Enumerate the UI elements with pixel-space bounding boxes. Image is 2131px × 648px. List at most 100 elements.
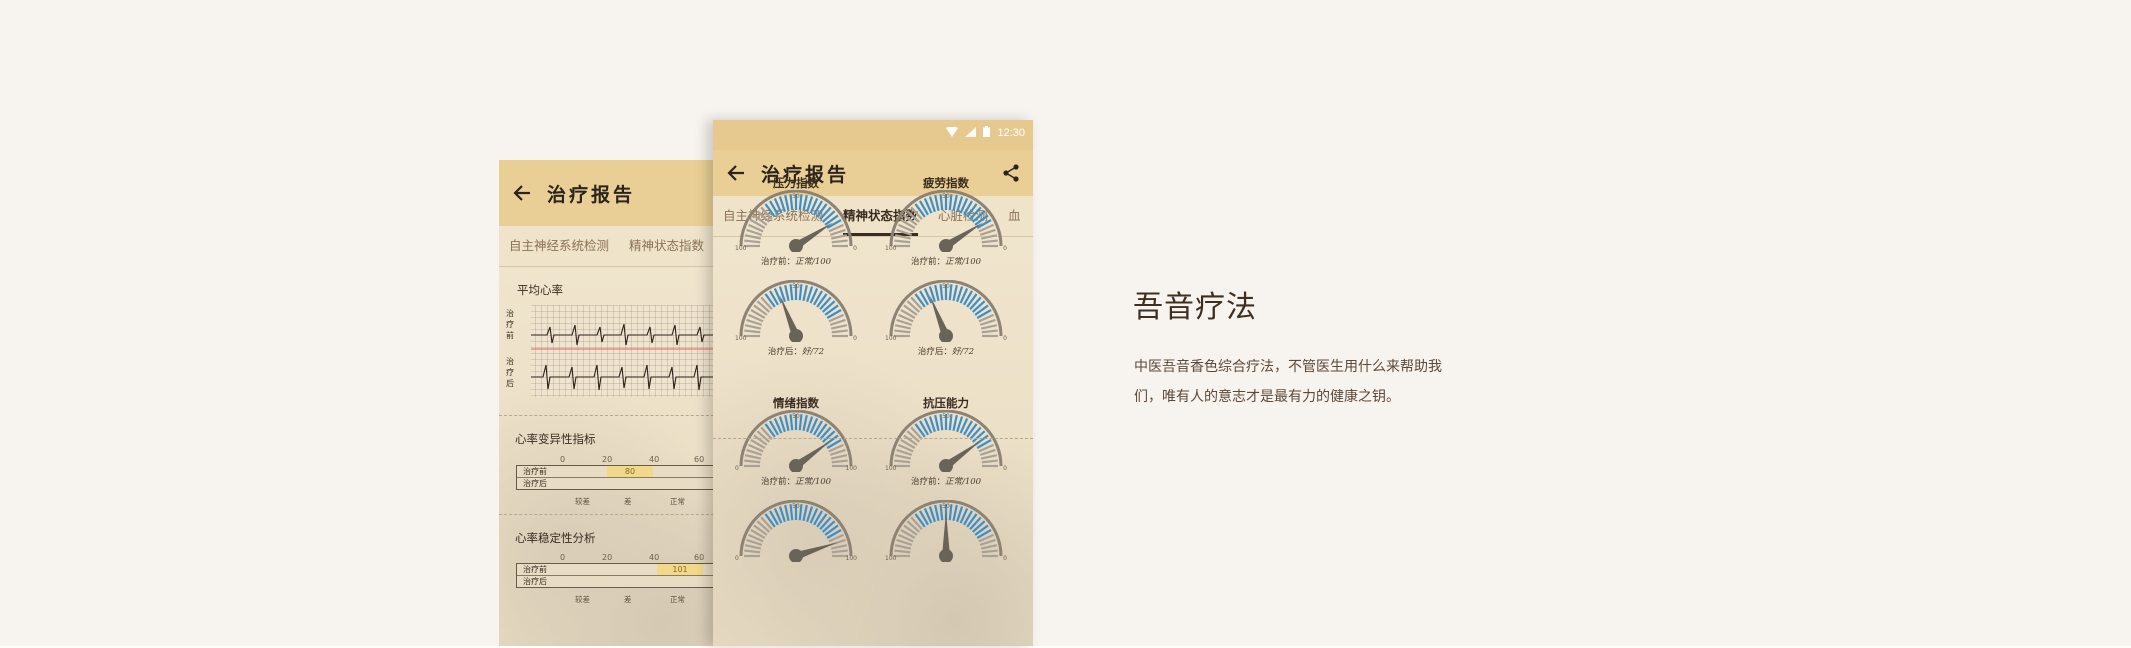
front-phone-screen: 12:30 治疗报告 自主神经系统检测 精神状态指数 心脏检测 血 压力指数50…: [713, 120, 1033, 646]
gauge-scale-mark: 50: [942, 193, 950, 200]
gauge-scale-mark: 50: [792, 503, 800, 510]
back-arrow-icon[interactable]: [511, 182, 533, 204]
gauge-scale-mark: 0: [853, 245, 857, 252]
gauge-tick: [952, 414, 958, 432]
avg-heart-rate-title: 平均心率: [517, 283, 563, 297]
gauge-tick: [934, 194, 940, 212]
gauge-scale-mark: 100: [846, 555, 858, 562]
hrv-index-title: 心率变异性指标: [515, 432, 596, 446]
gauge-dial: 50 100 0: [735, 190, 857, 252]
gauge: 50 100 0: [881, 485, 1011, 585]
gauge-dial: 50 0 100: [735, 500, 858, 562]
gauge-scale-mark: 0: [735, 555, 739, 562]
gauge-tick: [784, 504, 790, 522]
gauge-caption-label: 治疗后：: [917, 347, 952, 357]
gauge-tick: [948, 284, 953, 301]
stability-value-cell: 101: [657, 564, 703, 575]
signal-icon: [965, 126, 977, 140]
gauge-tick: [894, 239, 911, 244]
back-tab-mental[interactable]: 精神状态指数: [619, 226, 714, 266]
gauge-tick: [952, 284, 958, 302]
grade-label: 差: [624, 497, 632, 506]
gauge-tick: [894, 549, 911, 554]
gauge-scale-mark: 0: [735, 465, 739, 472]
ecg-row-before-label: 治疗前: [506, 309, 514, 340]
hr-stability-title: 心率稳定性分析: [515, 531, 596, 545]
gauge-dial: 50 100 0: [885, 280, 1007, 342]
gauge-tick: [948, 194, 953, 211]
gauge-tick: [784, 194, 790, 212]
stability-row-before: 治疗前 101: [517, 564, 714, 576]
gauge-tick: [744, 324, 762, 330]
gauge: 情绪指数 50 0 100 治疗前：正常/100: [731, 395, 861, 495]
gauge-tick: [744, 454, 762, 460]
gauge-tick: [831, 459, 848, 464]
gauge: 50 100 0 治疗后：好/72: [731, 265, 861, 365]
gauge-scale-mark: 0: [853, 335, 857, 342]
gauge-tick: [981, 549, 998, 554]
gauge-tick: [798, 414, 803, 431]
gauge-tick: [830, 234, 848, 240]
gauge-scale-mark: 50: [942, 283, 950, 290]
gauge-tick: [934, 284, 940, 302]
gauge-scale-mark: 100: [885, 555, 897, 562]
gauge-caption: 治疗后：好/72: [731, 345, 861, 357]
gauge-tick: [894, 329, 911, 334]
gauge-tick: [894, 454, 912, 460]
gauge-tick: [981, 459, 998, 464]
back-tab-autonomic[interactable]: 自主神经系统检测: [499, 226, 619, 266]
gauge-tick: [980, 454, 998, 460]
gauge-tick: [830, 544, 848, 550]
gauge: 50 100 0 治疗后：好/72: [881, 265, 1011, 365]
gauge-tick: [934, 504, 940, 522]
gauge-dial: 50 100 0: [885, 410, 1007, 472]
gauge-caption-label: 治疗后：: [767, 347, 802, 357]
gauge-dial: 50 100 0: [735, 280, 857, 342]
gauge-hub: [939, 549, 953, 562]
gauge-tick: [948, 504, 953, 521]
grade-label: 正常: [670, 497, 685, 506]
stability-scale-tick: 20: [602, 553, 613, 562]
back-tab-bar: 自主神经系统检测 精神状态指数: [499, 226, 714, 267]
gauge-tick: [952, 504, 958, 522]
feature-description: 中医吾音香色综合疗法，不管医生用什么来帮助我 们，唯有人的意志才是最有力的健康之…: [1134, 352, 1454, 412]
gauge-tick: [894, 324, 912, 330]
hrv-index-table: 治疗前 80 治疗后: [516, 465, 714, 490]
gauge-scale-mark: 0: [1003, 335, 1007, 342]
gauge-tick: [798, 284, 803, 301]
gauge-scale-mark: 0: [1003, 465, 1007, 472]
stability-scale-tick: 40: [649, 553, 660, 562]
stability-scale-tick: 0: [560, 553, 566, 562]
gauge-tick: [894, 234, 912, 240]
status-time: 12:30: [997, 127, 1025, 139]
gauge-tick: [894, 544, 912, 550]
gauge-tick: [980, 544, 998, 550]
gauge-scale-mark: 50: [942, 413, 950, 420]
description-line: 中医吾音香色综合疗法，不管医生用什么来帮助我: [1134, 359, 1442, 375]
gauge-dial: 50 0 100: [735, 410, 857, 472]
gauge-scale-mark: 0: [1003, 245, 1007, 252]
grade-label: 差: [624, 595, 632, 604]
gauge-scale-mark: 100: [885, 335, 897, 342]
gauge-tick: [952, 194, 958, 212]
grade-label: 较差: [575, 497, 590, 506]
gauge-scale-mark: 100: [885, 465, 897, 472]
divider: [713, 438, 1033, 439]
gauge-scale-mark: 50: [792, 413, 800, 420]
gauge-tick: [744, 234, 762, 240]
gauge: 50 0 100: [731, 485, 861, 585]
gauge-tick: [980, 234, 998, 240]
hr-stability-table: 治疗前 101 治疗后: [516, 563, 714, 588]
gauge-tick: [798, 504, 803, 521]
hrv-row-before: 治疗前 80: [517, 466, 714, 478]
gauge-tick: [744, 329, 761, 334]
hrv-row-after: 治疗后: [523, 479, 547, 488]
gauge-caption-value: 好/72: [801, 347, 825, 357]
stability-scale-tick: 60: [694, 553, 705, 562]
hrv-scale-tick: 0: [560, 455, 566, 464]
gauge-dial: 50 100 0: [885, 500, 1007, 562]
hrv-scale-tick: 40: [649, 455, 660, 464]
gauge-scale-mark: 50: [942, 503, 950, 510]
feature-heading: 吾音疗法: [1133, 290, 1257, 325]
gauge-tick: [784, 284, 790, 302]
